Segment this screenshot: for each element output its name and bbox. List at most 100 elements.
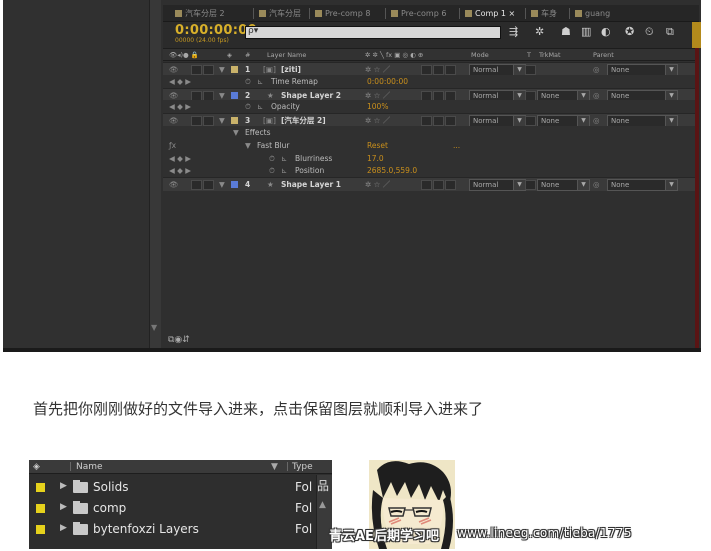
property-name: Opacity [271,102,300,112]
switch-box[interactable] [433,180,444,191]
keyframe-nav-icon[interactable]: ◀ ◆ ▶ [169,164,191,177]
visibility-eye-icon[interactable]: 👁 [169,178,179,191]
tab-2[interactable]: Pre-comp 8 [315,7,370,20]
lock-switch[interactable] [203,180,214,191]
label-swatch[interactable] [36,483,45,492]
graph-icon: ⊾ [257,76,264,86]
current-time-indicator[interactable] [692,22,701,48]
switch-box[interactable] [421,116,432,127]
layer-search-input[interactable]: ρ▾ [245,26,501,39]
left-scrollbar[interactable] [149,0,161,348]
solo-switch[interactable] [191,116,202,127]
brainstorm-icon[interactable]: ✪ [625,25,634,38]
tab-3[interactable]: Pre-comp 6 [391,7,446,20]
switch-box[interactable] [445,116,456,127]
switch-box[interactable] [433,116,444,127]
switch-box[interactable] [445,180,456,191]
property-row[interactable]: ◀ ◆ ▶ ⏱ ⊾ Position 2685.0,559.0 [163,164,699,178]
property-value[interactable]: 100% [367,100,388,113]
stopwatch-icon[interactable]: ⏱ [245,75,251,88]
pickwhip-icon[interactable]: ◎ [593,178,600,191]
fx-icon[interactable]: ƒx [169,139,176,152]
expand-triangle-icon[interactable]: ▶ [60,523,67,533]
lock-switch[interactable] [203,90,214,101]
property-row[interactable]: ƒx ▼ Fast Blur Reset... [163,138,699,152]
property-row[interactable]: ◀ ◆ ▶ ⏱ ⊾ Blurriness 17.0 [163,151,699,165]
label-color-swatch[interactable] [231,91,238,99]
col-layer-name[interactable]: Layer Name [267,49,306,61]
solo-switch[interactable] [191,90,202,101]
timeline-bottom-toggle-icons[interactable]: ⧉◉⇵ [168,335,190,345]
graph-icon: ⊾ [257,102,264,112]
effect-reset-link[interactable]: Reset [367,139,388,152]
stopwatch-icon[interactable]: ⏱ [269,164,275,177]
comp-mini-flowchart-icon[interactable]: ⇶ [509,25,518,38]
mode-dropdown[interactable]: Normal ▼ [469,179,526,192]
switch-box[interactable] [421,180,432,191]
layer-row[interactable]: 👁 ▼ 4 ★ Shape Layer 1 ✲ ☆ ／ Normal ▼ None ▼ ◎ None ▼ [163,177,699,192]
keyframe-nav-icon[interactable]: ◀ ◆ ▶ [169,152,191,165]
timeline-work-area[interactable] [695,22,699,348]
project-folder-row[interactable]: ▶ Solids Fol [29,477,332,498]
switch-box[interactable] [421,65,432,75]
switch-box[interactable] [433,65,444,75]
label-swatch[interactable] [36,504,45,513]
property-row[interactable]: ◀ ◆ ▶ ⏱ ⊾ Time Remap 0:00:00:00 [163,74,699,88]
switch-box[interactable] [445,65,456,75]
stopwatch-icon[interactable]: ⏱ [245,100,251,113]
sort-arrow-icon[interactable]: ▼ [271,460,278,474]
switch-box[interactable] [433,90,444,101]
track-matte-t-box[interactable] [525,90,536,101]
motion-blur-icon[interactable]: ◐ [601,25,611,38]
tab-1[interactable]: 汽车分层 [259,7,301,20]
auto-keyframe-icon[interactable]: ⏲ [645,25,654,39]
col-type-header[interactable]: Type [292,460,313,474]
property-value[interactable]: 0:00:00:00 [367,75,408,88]
parent-dropdown[interactable]: None ▼ [607,179,678,192]
tab-4[interactable]: Comp 1 × [465,7,515,20]
label-column-icon: ◈ [33,462,40,472]
trkmat-dropdown[interactable]: None ▼ [537,179,590,192]
col-name-header[interactable]: Name [76,460,103,474]
project-folder-row[interactable]: ▶ comp Fol [29,498,332,519]
effect-options-link[interactable]: ... [453,139,460,152]
track-matte-t-box[interactable] [525,180,536,191]
expand-triangle-icon[interactable]: ▼ [219,178,225,191]
tab-5[interactable]: 车身 [531,7,557,20]
switches-icon[interactable]: ✲ ☆ ／ [365,178,390,191]
lock-switch[interactable] [203,116,214,127]
keyframe-nav-icon[interactable]: ◀ ◆ ▶ [169,100,191,113]
expand-triangle-icon[interactable]: ▼ [233,126,239,139]
expand-triangle-icon[interactable]: ▼ [245,139,251,152]
tab-6[interactable]: guang [575,7,610,20]
label-swatch[interactable] [36,525,45,534]
project-folder-row[interactable]: ▶ bytenfoxzi Layers Fol [29,519,332,540]
draft-3d-icon[interactable]: ✲ [535,25,544,38]
expand-triangle-icon[interactable]: ▶ [60,481,67,491]
label-color-swatch[interactable] [231,66,238,73]
scroll-up-arrow-icon[interactable]: ▲ [319,500,326,510]
track-matte-t-box[interactable] [525,65,536,75]
graph-editor-icon[interactable]: ⧉ [666,25,674,39]
layer-name[interactable]: Shape Layer 1 [281,178,341,191]
frame-blending-icon[interactable]: ▥ [581,25,591,38]
expand-triangle-icon[interactable]: ▶ [60,502,67,512]
tab-0[interactable]: 汽车分层 2 [175,7,225,20]
switch-box[interactable] [445,90,456,101]
shy-layers-icon[interactable]: ☗ [561,25,571,38]
lock-switch[interactable] [203,65,214,75]
label-color-swatch[interactable] [231,181,238,189]
property-row[interactable]: ▼ Effects [163,126,699,139]
switch-box[interactable] [421,90,432,101]
solo-switch[interactable] [191,65,202,75]
scroll-down-arrow-icon[interactable]: ▼ [151,323,157,332]
solo-switch[interactable] [191,180,202,191]
property-value[interactable]: 2685.0,559.0 [367,164,417,177]
track-matte-t-box[interactable] [525,116,536,127]
keyframe-nav-icon[interactable]: ◀ ◆ ▶ [169,75,191,88]
label-color-swatch[interactable] [231,117,238,125]
property-row[interactable]: ◀ ◆ ▶ ⏱ ⊾ Opacity 100% [163,100,699,114]
chevron-down-icon: ▼ [665,65,677,75]
property-value[interactable]: 17.0 [367,152,384,165]
stopwatch-icon[interactable]: ⏱ [269,152,275,165]
